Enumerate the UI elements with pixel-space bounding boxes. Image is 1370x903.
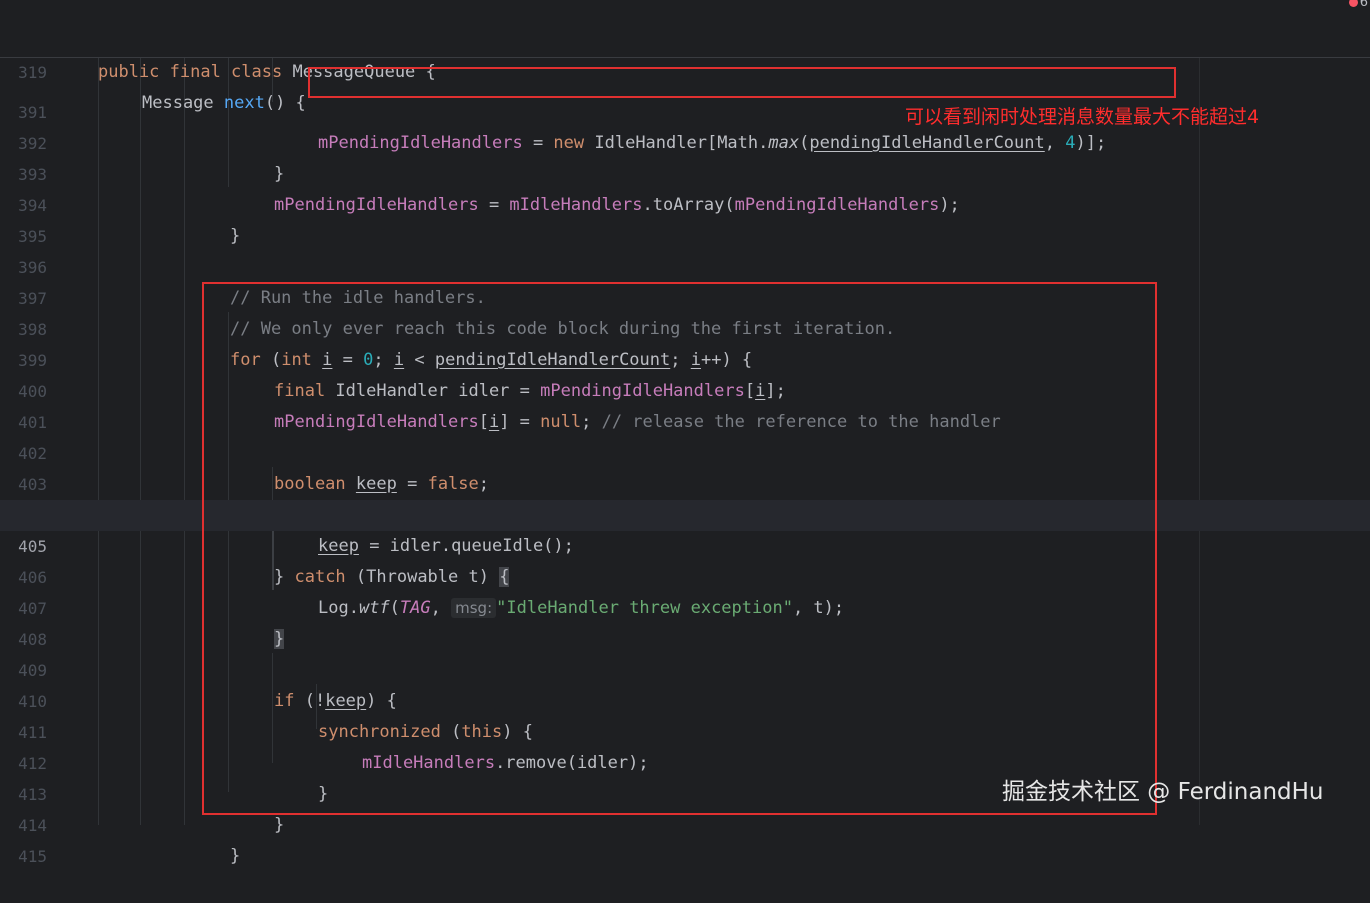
- sticky-code-text: Message next() {: [142, 93, 306, 113]
- error-indicator[interactable]: 6: [1348, 0, 1368, 10]
- watermark: 掘金技术社区 @ FerdinandHu: [1002, 779, 1324, 805]
- code-editor[interactable]: 391 mPendingIdleHandlers = new IdleHandl…: [0, 0, 1370, 866]
- annotation-box: [308, 67, 1176, 98]
- annotation-box: [202, 282, 1157, 815]
- error-count: 6: [1359, 0, 1368, 10]
- sticky-scroll-line[interactable]: 319 Message next() {: [0, 26, 1370, 113]
- code-line[interactable]: 394 }: [0, 159, 1370, 246]
- annotation-note: 可以看到闲时处理消息数量最大不能超过4: [905, 106, 1260, 128]
- code-line[interactable]: 397 // We only ever reach this code bloc…: [0, 252, 1370, 339]
- code-line[interactable]: 393 mPendingIdleHandlers = mIdleHandlers…: [0, 128, 1370, 215]
- line-number[interactable]: 415: [0, 841, 47, 872]
- line-number[interactable]: 319: [0, 57, 47, 88]
- error-icon: [1348, 0, 1358, 7]
- sticky-scroll-line[interactable]: 41 public final class MessageQueue { 6: [0, 0, 1370, 82]
- code-line[interactable]: 395: [0, 190, 1370, 246]
- code-line[interactable]: 396 // Run the idle handlers.: [0, 221, 1370, 308]
- code-text: }: [230, 846, 241, 866]
